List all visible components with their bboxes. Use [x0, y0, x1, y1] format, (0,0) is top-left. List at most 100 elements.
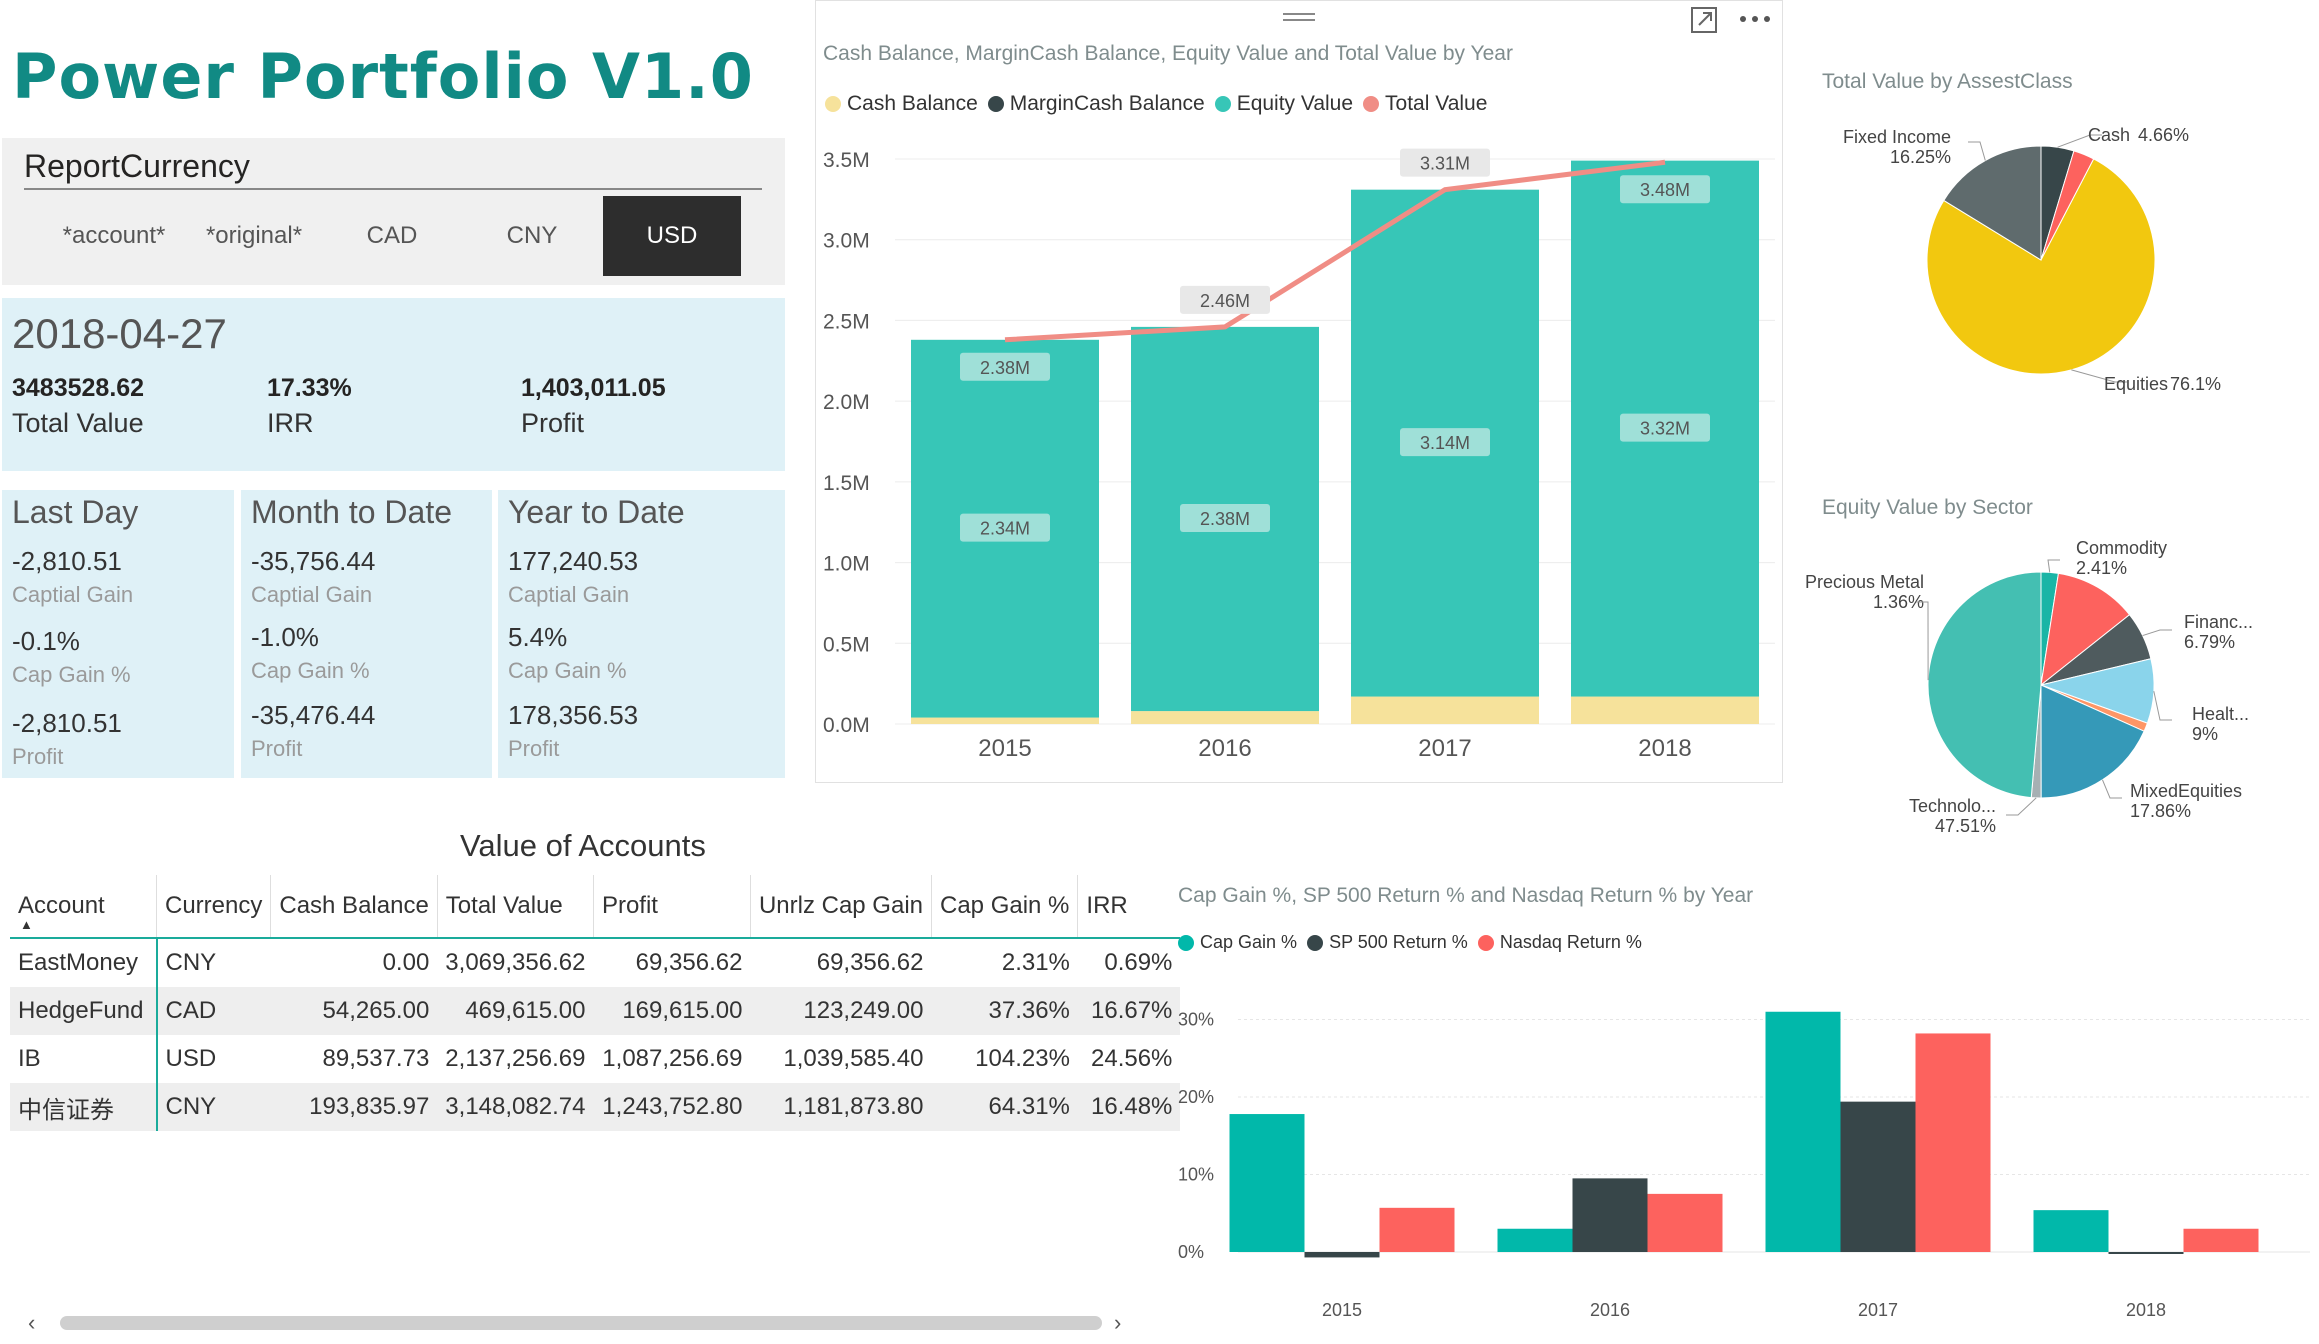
scrollbar-thumb[interactable] [60, 1316, 1102, 1330]
y-tick-label: 2.5M [823, 310, 870, 333]
profit-label: Profit [508, 736, 560, 761]
cell-cap-gain-pct: 64.31% [988, 1093, 1070, 1120]
y-tick-label: 30% [1178, 1010, 1214, 1030]
y-tick-label: 0.5M [823, 633, 870, 656]
pie-label: Fixed Income [1843, 127, 1951, 147]
profit-value: -2,810.51 [12, 708, 122, 738]
cell-currency: CNY [165, 949, 217, 976]
horizontal-scrollbar[interactable]: ‹ › [12, 1310, 1140, 1336]
capital-gain-value: -2,810.51 [12, 546, 122, 576]
column-header-cash-balance[interactable]: Cash Balance [270, 875, 438, 938]
profit-label: Profit [12, 744, 64, 769]
table-row[interactable]: 中信证券 CNY 193,835.97 3,148,082.74 1,243,7… [10, 1083, 1181, 1131]
cell-profit: 1,243,752.80 [602, 1093, 743, 1120]
column-header-unrlz-cap-gain[interactable]: Unrlz Cap Gain [750, 875, 933, 938]
bar-cap-gain- [1229, 1114, 1305, 1252]
cell-total-value: 3,148,082.74 [445, 1093, 586, 1120]
y-tick-label: 20% [1178, 1087, 1214, 1107]
x-tick-label: 2018 [1638, 735, 1691, 762]
profit-label: Profit [521, 408, 585, 438]
column-header-cap-gain-pct[interactable]: Cap Gain % [931, 875, 1079, 938]
more-options-icon[interactable] [1738, 11, 1772, 27]
cell-account: IB [10, 1035, 158, 1083]
bar-cash-balance [1131, 711, 1319, 724]
data-label-equity: 2.38M [1200, 509, 1250, 529]
pie-label: Healt... [2192, 704, 2249, 724]
pie-pct-label: 9% [2192, 724, 2218, 744]
period-title: Last Day [12, 494, 139, 530]
slicer-option-cad[interactable]: CAD [323, 196, 461, 276]
column-header-account[interactable]: Account ▲ [10, 875, 157, 938]
legend-label: Nasdaq Return % [1499, 932, 1642, 952]
bar-nasdaq-return- [1379, 1207, 1455, 1252]
legend-marker [1477, 934, 1494, 951]
cap-gain-pct-value: -0.1% [12, 626, 80, 656]
slicer-option-cny[interactable]: CNY [463, 196, 601, 276]
capital-gain-label: Captial Gain [12, 582, 134, 607]
column-header-currency[interactable]: Currency [156, 875, 272, 938]
pie-pct-label: 76.1% [2170, 374, 2221, 394]
y-tick-label: 2.0M [823, 391, 870, 414]
cap-gain-pct-label: Cap Gain % [12, 662, 131, 687]
x-tick-label: 2017 [1858, 1300, 1898, 1320]
slicer-option-usd[interactable]: USD [603, 196, 741, 276]
pie-slice [1927, 571, 2042, 799]
total-value: 3483528.62 [12, 374, 145, 402]
cell-cap-gain-pct: 2.31% [1001, 949, 1070, 976]
pie-label: Financ... [2184, 612, 2253, 632]
scroll-left-icon[interactable]: ‹ [28, 1310, 35, 1336]
bar-nasdaq-return- [1915, 1033, 1991, 1252]
column-header-label: Account [18, 892, 105, 919]
legend-label: Total Value [1385, 92, 1488, 115]
bar-cap-gain- [1497, 1228, 1573, 1252]
profit-value: 178,356.53 [508, 700, 639, 730]
accounts-table-title: Value of Accounts [460, 828, 706, 863]
legend-marker [825, 96, 841, 112]
x-tick-label: 2016 [1590, 1300, 1630, 1320]
total-value-label: Total Value [12, 408, 144, 438]
column-header-irr[interactable]: IRR [1078, 875, 1181, 938]
table-header-row: Account ▲ Currency Cash Balance Total Val… [10, 875, 1181, 938]
x-tick-label: 2016 [1198, 735, 1251, 762]
irr-label: IRR [267, 408, 314, 438]
legend-marker [1214, 96, 1231, 112]
scroll-right-icon[interactable]: › [1114, 1310, 1121, 1336]
y-tick-label: 0.0M [823, 714, 870, 737]
period-card-year-to-date: Year to Date 177,240.53 Captial Gain 5.4… [498, 490, 785, 778]
chart-main-svg: 0.0M 0.5M 1.0M 1.5M 2.0M 2.5M 3.0M 3.5M 2.34M 201… [823, 148, 1775, 762]
legend-label: Cap Gain % [1200, 932, 1298, 952]
sort-ascending-icon[interactable]: ▲ [20, 917, 33, 932]
cell-currency: USD [165, 1045, 217, 1072]
legend-label: MarginCash Balance [1009, 92, 1205, 115]
table-row[interactable]: IB USD 89,537.73 2,137,256.69 1,087,256.… [10, 1035, 1180, 1083]
column-header-total-value[interactable]: Total Value [437, 875, 594, 938]
cell-profit: 169,615.00 [622, 997, 743, 1024]
cell-cash-balance: 193,835.97 [309, 1093, 430, 1120]
cell-currency: CNY [165, 1093, 217, 1120]
column-header-profit[interactable]: Profit [593, 875, 751, 938]
slicer-option-account[interactable]: *account* [45, 196, 183, 276]
legend-marker [1178, 934, 1194, 951]
cell-profit: 69,356.62 [635, 949, 743, 976]
chart-title: Cash Balance, MarginCash Balance, Equity… [823, 42, 1513, 65]
profit-label: Profit [251, 736, 303, 761]
table-row[interactable]: EastMoney CNY 0.00 3,069,356.62 69,356.6… [10, 938, 1180, 987]
pie-leader-line [2142, 629, 2172, 637]
x-tick-label: 2017 [1418, 735, 1471, 762]
line-total-value [1004, 159, 1666, 343]
slicer-option-original[interactable]: *original* [185, 196, 323, 276]
data-label-equity: 2.34M [980, 519, 1030, 539]
pie-leader-line [2006, 797, 2037, 816]
focus-mode-icon[interactable] [1689, 5, 1719, 35]
cell-profit: 1,087,256.69 [602, 1045, 743, 1072]
drag-handle-icon[interactable] [1281, 9, 1317, 25]
pie-sector-title: Equity Value by Sector [1822, 496, 2033, 519]
bar-cap-gain- [2033, 1210, 2109, 1252]
cell-account: 中信证券 [10, 1083, 158, 1131]
accounts-table: Account ▲ Currency Cash Balance Total Val… [10, 875, 1181, 1131]
table-row[interactable]: HedgeFund CAD 54,265.00 469,615.00 169,6… [10, 987, 1181, 1035]
pie-asset-class-svg: Cash 4.66% Equities 76.1% Fixed Income16.25% [1843, 125, 2221, 394]
cell-irr: 16.48% [1091, 1093, 1173, 1120]
x-tick-label: 2018 [2126, 1300, 2166, 1320]
cell-total-value: 3,069,356.62 [445, 949, 586, 976]
